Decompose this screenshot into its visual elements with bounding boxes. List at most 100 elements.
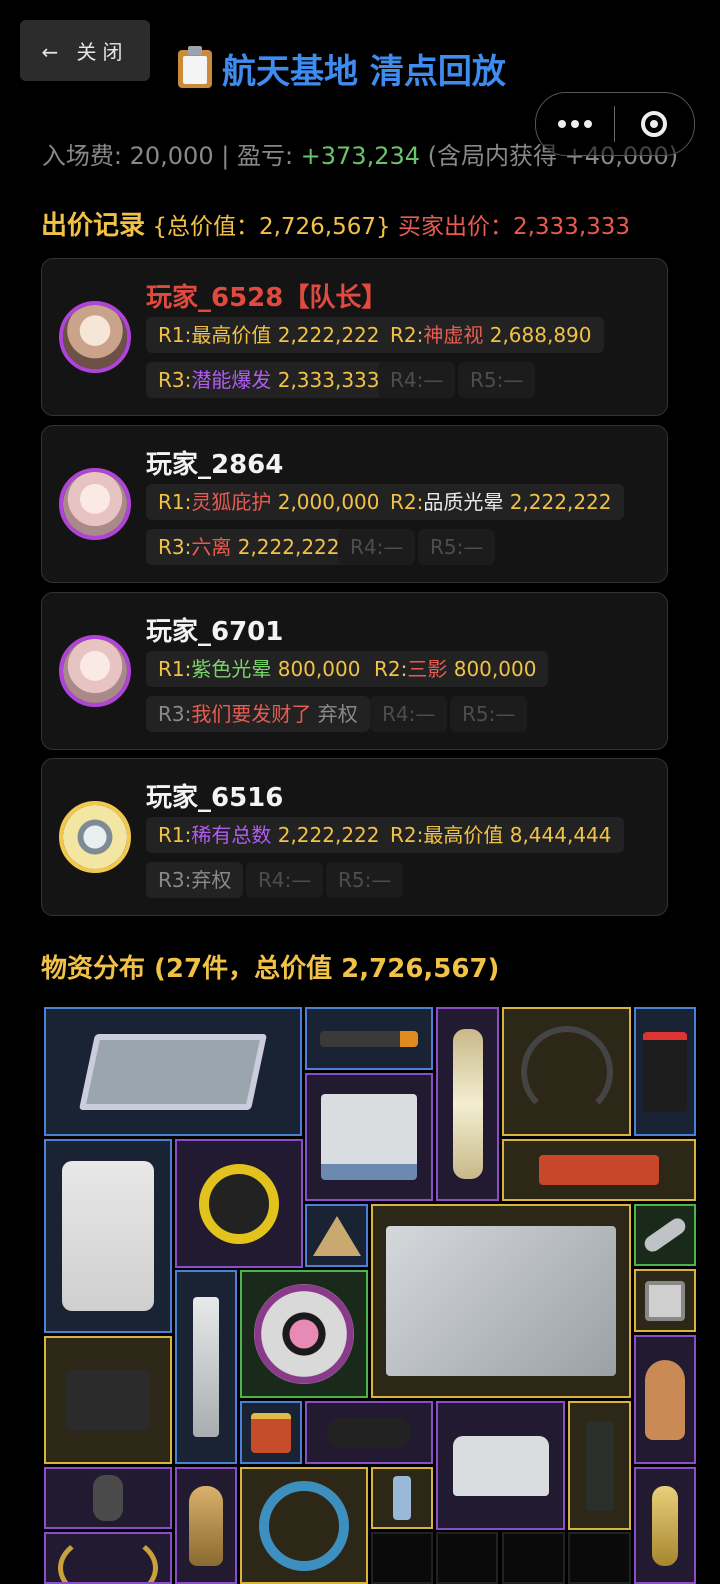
more-dots-icon[interactable]: [536, 120, 614, 128]
avatar: [59, 635, 131, 707]
round-skill: 稀有总数: [191, 823, 272, 847]
empty-slot: [502, 1532, 565, 1584]
headset-icon[interactable]: [502, 1007, 631, 1136]
round-amount: 弃权: [311, 702, 358, 726]
round-label: R4:: [382, 702, 416, 726]
round-skill: 灵狐庇护: [191, 490, 272, 514]
round-label: R3:: [158, 368, 192, 392]
companion-cube-icon[interactable]: [634, 1269, 696, 1332]
round-label: R5:: [470, 368, 504, 392]
round-amount: 2,222,222: [503, 490, 612, 514]
items-distribution-title: 物资分布 (27件，总价值 2,726,567): [41, 954, 500, 984]
triangle-badge-icon[interactable]: [305, 1204, 368, 1267]
round-chip: R1:最高价值 2,222,222: [146, 317, 392, 353]
round-label: R4:: [390, 368, 424, 392]
profit-value: +373,234: [300, 142, 421, 170]
gray-tube-icon[interactable]: [634, 1204, 696, 1266]
round-chip: R2:最高价值 8,444,444: [378, 817, 624, 853]
teapot-icon[interactable]: [175, 1467, 237, 1584]
round-amount: —: [415, 702, 436, 726]
round-chip: R4:—: [370, 696, 448, 732]
empty-slot: [436, 1532, 498, 1584]
bid-records-header: 出价记录 {总价值：2,726,567} 买家出价：2,333,333: [41, 205, 630, 242]
player-name: 玩家_6701: [146, 617, 284, 647]
avatar: [59, 468, 131, 540]
player-card: 玩家_6701 R1:紫色光晕 800,000 R2:三影 800,000 R3…: [41, 592, 668, 750]
cable-reel-icon[interactable]: [240, 1467, 368, 1584]
round-chip: R5:—: [418, 529, 496, 565]
round-amount: 弃权: [191, 868, 232, 892]
round-amount: —: [503, 368, 524, 392]
bid-records-title: 出价记录: [41, 211, 146, 241]
summary-prefix: 入场费: 20,000 | 盈亏:: [41, 142, 301, 170]
mandala-plate-icon[interactable]: [240, 1270, 368, 1398]
server-icon[interactable]: [371, 1204, 631, 1398]
round-label: R4:: [258, 868, 292, 892]
gingerbread-icon[interactable]: [634, 1335, 696, 1464]
red-case-icon[interactable]: [502, 1139, 696, 1201]
round-label: R5:: [430, 535, 464, 559]
camera-icon[interactable]: [44, 1336, 172, 1464]
round-label: R2:: [390, 823, 424, 847]
bid-total-value: {总价值：2,726,567}: [145, 214, 398, 240]
round-label: R1:: [158, 657, 192, 681]
page-title: 航天基地 清点回放: [178, 44, 506, 93]
tea-tin-icon[interactable]: [240, 1401, 302, 1464]
round-label: R5:: [462, 702, 496, 726]
radio-icon[interactable]: [568, 1401, 631, 1530]
round-amount: —: [383, 535, 404, 559]
round-chip: R3:弃权: [146, 862, 244, 898]
round-skill: 六离: [191, 535, 232, 559]
close-button[interactable]: ← 关闭: [20, 20, 150, 81]
round-amount: 800,000: [271, 657, 361, 681]
empty-slot: [568, 1532, 631, 1584]
round-amount: 2,688,890: [483, 323, 592, 347]
buyer-bid: 买家出价：2,333,333: [397, 214, 631, 240]
round-amount: —: [463, 535, 484, 559]
round-amount: —: [423, 368, 444, 392]
trophy-icon[interactable]: [371, 1467, 433, 1529]
centrifuge-icon[interactable]: [436, 1401, 565, 1530]
round-chip: R1:稀有总数 2,222,222: [146, 817, 392, 853]
lab-shaker-icon[interactable]: [305, 1073, 433, 1201]
stone-icon[interactable]: [44, 1467, 172, 1529]
circular-saw-icon[interactable]: [175, 1139, 303, 1268]
round-amount: 2,222,222: [231, 535, 340, 559]
round-chip: R3:我们要发财了 弃权: [146, 696, 370, 732]
golden-statue-icon[interactable]: [634, 1467, 696, 1584]
round-chip: R2:三影 800,000: [362, 651, 549, 687]
gold-ring-icon[interactable]: [44, 1532, 172, 1584]
round-chip: R4:—: [338, 529, 416, 565]
round-amount: 8,444,444: [503, 823, 612, 847]
canister-icon[interactable]: [634, 1007, 696, 1136]
page-title-text: 航天基地 清点回放: [222, 52, 506, 92]
round-label: R3:: [158, 702, 192, 726]
drill-icon[interactable]: [305, 1007, 433, 1070]
cement-bag-icon[interactable]: [44, 1139, 172, 1333]
microscope-icon[interactable]: [175, 1270, 237, 1464]
round-skill: 品质光晕: [423, 490, 504, 514]
round-amount: 800,000: [447, 657, 537, 681]
round-amount: —: [291, 868, 312, 892]
player-card: 玩家_2864 R1:灵狐庇护 2,000,000 R2:品质光晕 2,222,…: [41, 425, 668, 583]
round-chip: R5:—: [450, 696, 528, 732]
round-chip: R1:灵狐庇护 2,000,000: [146, 484, 392, 520]
round-label: R1:: [158, 323, 192, 347]
solar-panel-icon[interactable]: [44, 1007, 302, 1136]
player-name: 玩家_6516: [146, 783, 284, 813]
round-label: R2:: [374, 657, 408, 681]
round-chip: R5:—: [458, 362, 536, 398]
round-chip: R4:—: [246, 862, 324, 898]
round-label: R5:: [338, 868, 372, 892]
avatar: [59, 801, 131, 873]
round-skill: 我们要发财了: [191, 702, 312, 726]
round-label: R2:: [390, 490, 424, 514]
target-circle-icon[interactable]: [615, 111, 693, 137]
clipboard-icon: [178, 45, 212, 88]
lens-icon[interactable]: [305, 1401, 433, 1464]
round-label: R3:: [158, 868, 192, 892]
round-chip: R4:—: [378, 362, 456, 398]
lantern-icon[interactable]: [436, 1007, 499, 1201]
player-name: 玩家_6528【队长】: [146, 283, 388, 313]
round-chip: R3:潜能爆发 2,333,333: [146, 362, 392, 398]
